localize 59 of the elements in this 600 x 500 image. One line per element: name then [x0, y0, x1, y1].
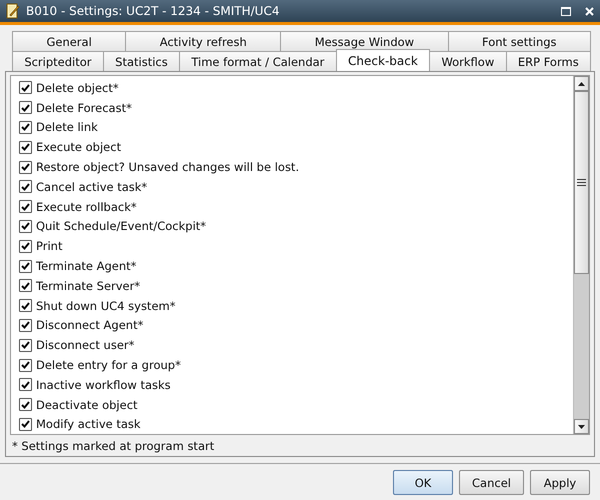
checkbox[interactable] [19, 299, 32, 312]
option-label: Shut down UC4 system* [36, 298, 176, 313]
footnote: * Settings marked at program start [11, 438, 216, 454]
option-label: Disconnect user* [36, 338, 134, 352]
option-label: Inactive workflow tasks [36, 378, 171, 392]
tab[interactable]: Time format / Calendar [179, 51, 337, 71]
checkbox[interactable] [19, 240, 32, 253]
checkbox[interactable] [19, 418, 32, 431]
option-label: Terminate Server* [36, 278, 140, 293]
tab[interactable]: Check-back [336, 49, 430, 71]
option-label: Cancel active task* [36, 180, 148, 194]
checkbox[interactable] [19, 318, 32, 332]
option-label: Delete object* [36, 80, 119, 95]
up-arrow-icon[interactable] [578, 82, 585, 86]
option-label: Delete entry for a group* [36, 358, 181, 372]
scrollbar-thumb[interactable] [574, 91, 589, 274]
option-label: Modify active task [36, 417, 141, 432]
maximize-icon[interactable] [561, 6, 571, 16]
checkbox[interactable] [19, 358, 32, 372]
down-arrow-icon[interactable] [578, 424, 585, 428]
option-label: Terminate Agent* [36, 259, 136, 274]
option-label: Restore object? Unsaved changes will be lost. [36, 160, 300, 174]
checkbox[interactable] [19, 81, 32, 94]
checkbox[interactable] [19, 220, 32, 233]
dialog-button[interactable]: Apply [530, 470, 590, 495]
tab[interactable]: ERP Forms [506, 51, 591, 71]
option-label: Quit Schedule/Event/Cockpit* [36, 219, 206, 234]
tab[interactable]: Font settings [448, 31, 592, 51]
tab[interactable]: Workflow [429, 51, 507, 71]
scrollbar[interactable] [573, 76, 589, 434]
checkbox[interactable] [19, 398, 32, 412]
dialog-button[interactable]: OK [393, 470, 454, 495]
option-label: Deactivate object [36, 398, 138, 412]
app-icon [6, 3, 20, 19]
dialog-button[interactable]: Cancel [459, 470, 524, 495]
tab[interactable]: General [12, 31, 126, 51]
checkbox[interactable] [19, 260, 32, 273]
checkbox[interactable] [19, 180, 32, 194]
grip-icon [577, 179, 586, 186]
option-label: Execute rollback* [36, 200, 137, 214]
option-label: Disconnect Agent* [36, 318, 144, 332]
tab[interactable]: Activity refresh [125, 31, 282, 51]
option-label: Execute object [36, 140, 122, 154]
close-icon[interactable] [585, 6, 594, 16]
checkbox[interactable] [19, 101, 32, 114]
window-title: B010 - Settings: UC2T - 1234 - SMITH/UC4 [26, 4, 280, 18]
checkbox[interactable] [19, 279, 32, 292]
checkbox[interactable] [19, 338, 32, 352]
checkbox[interactable] [19, 140, 32, 154]
tab[interactable]: Statistics [102, 51, 180, 71]
option-label: Delete Forecast* [36, 100, 132, 115]
checkbox[interactable] [19, 120, 32, 134]
checkbox[interactable] [19, 160, 32, 174]
checkbox[interactable] [19, 378, 32, 392]
option-label: Delete link [36, 120, 98, 134]
tab[interactable]: Message Window [280, 31, 449, 51]
tab[interactable]: Scripteditor [12, 51, 104, 71]
option-label: Print [36, 239, 62, 254]
checkbox[interactable] [19, 200, 32, 214]
